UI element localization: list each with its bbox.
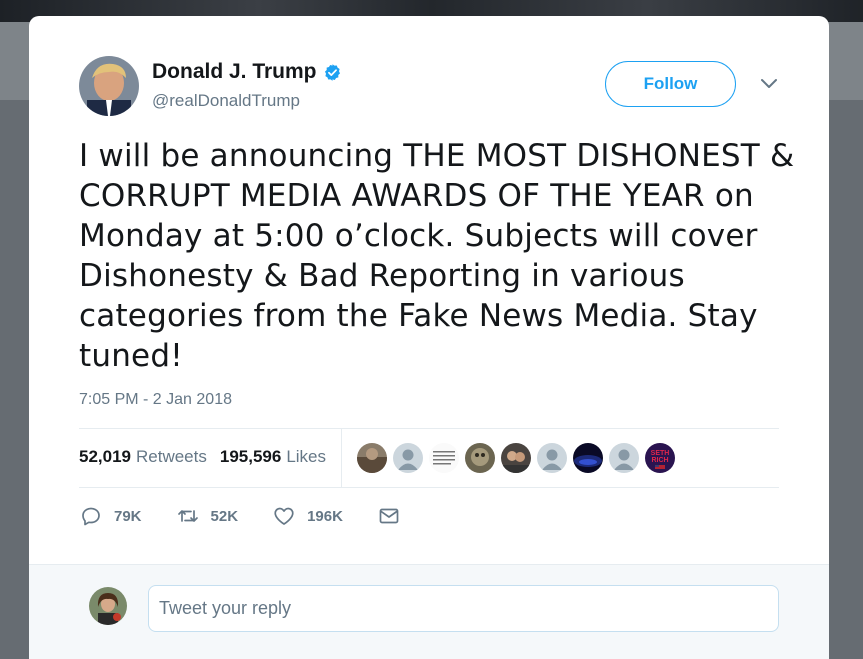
like-count: 196K [307, 507, 343, 525]
reply-icon [82, 507, 100, 526]
divider [79, 487, 779, 488]
follow-button[interactable]: Follow [605, 61, 736, 107]
liker-avatar[interactable] [537, 443, 567, 473]
author-avatar[interactable] [79, 56, 139, 116]
retweets-count: 52,019 [79, 447, 131, 466]
reply-composer [29, 564, 829, 659]
likes-label: Likes [286, 447, 327, 466]
liker-badge-text-top: SETH [651, 450, 670, 457]
reply-count: 79K [114, 507, 142, 525]
current-user-avatar[interactable] [89, 587, 127, 625]
liker-avatar[interactable] [465, 443, 495, 473]
liker-avatar[interactable] [573, 443, 603, 473]
reply-input[interactable] [148, 585, 779, 632]
likes-stat[interactable]: 195,596 Likes [220, 447, 326, 467]
retweet-button[interactable]: 52K [176, 504, 239, 528]
reply-button[interactable]: 79K [79, 504, 142, 528]
retweet-icon [177, 510, 198, 522]
tweet-actions: 79K 52K 196K [79, 504, 435, 528]
chevron-down-icon[interactable] [760, 78, 778, 90]
verified-badge-icon [324, 63, 340, 81]
tweet-card: Donald J. Trump @realDonaldTrump Follow … [29, 16, 829, 659]
liker-avatars: SETH RICH [357, 443, 675, 473]
liker-avatar[interactable] [609, 443, 639, 473]
divider [79, 428, 779, 429]
author-handle[interactable]: @realDonaldTrump [152, 91, 300, 111]
tweet-timestamp[interactable]: 7:05 PM - 2 Jan 2018 [79, 391, 232, 409]
liker-avatar[interactable] [357, 443, 387, 473]
tweet-text: I will be announcing THE MOST DISHONEST … [79, 138, 795, 374]
liker-avatar-seth-rich[interactable]: SETH RICH [645, 443, 675, 473]
direct-message-button[interactable] [377, 504, 401, 528]
retweet-count: 52K [210, 507, 239, 525]
retweets-stat[interactable]: 52,019 Retweets [79, 447, 207, 467]
envelope-icon [379, 508, 399, 524]
like-button[interactable]: 196K [272, 504, 343, 528]
liker-badge-text-bottom: RICH [651, 457, 668, 464]
divider [341, 428, 342, 487]
author-name[interactable]: Donald J. Trump [152, 60, 317, 84]
likes-count: 195,596 [219, 447, 282, 466]
tweet-stats: 52,019 Retweets 195,596 Likes [79, 447, 326, 467]
liker-avatar[interactable] [429, 443, 459, 473]
heart-icon [274, 507, 294, 525]
liker-avatar[interactable] [393, 443, 423, 473]
retweets-label: Retweets [136, 447, 207, 466]
liker-avatar[interactable] [501, 443, 531, 473]
